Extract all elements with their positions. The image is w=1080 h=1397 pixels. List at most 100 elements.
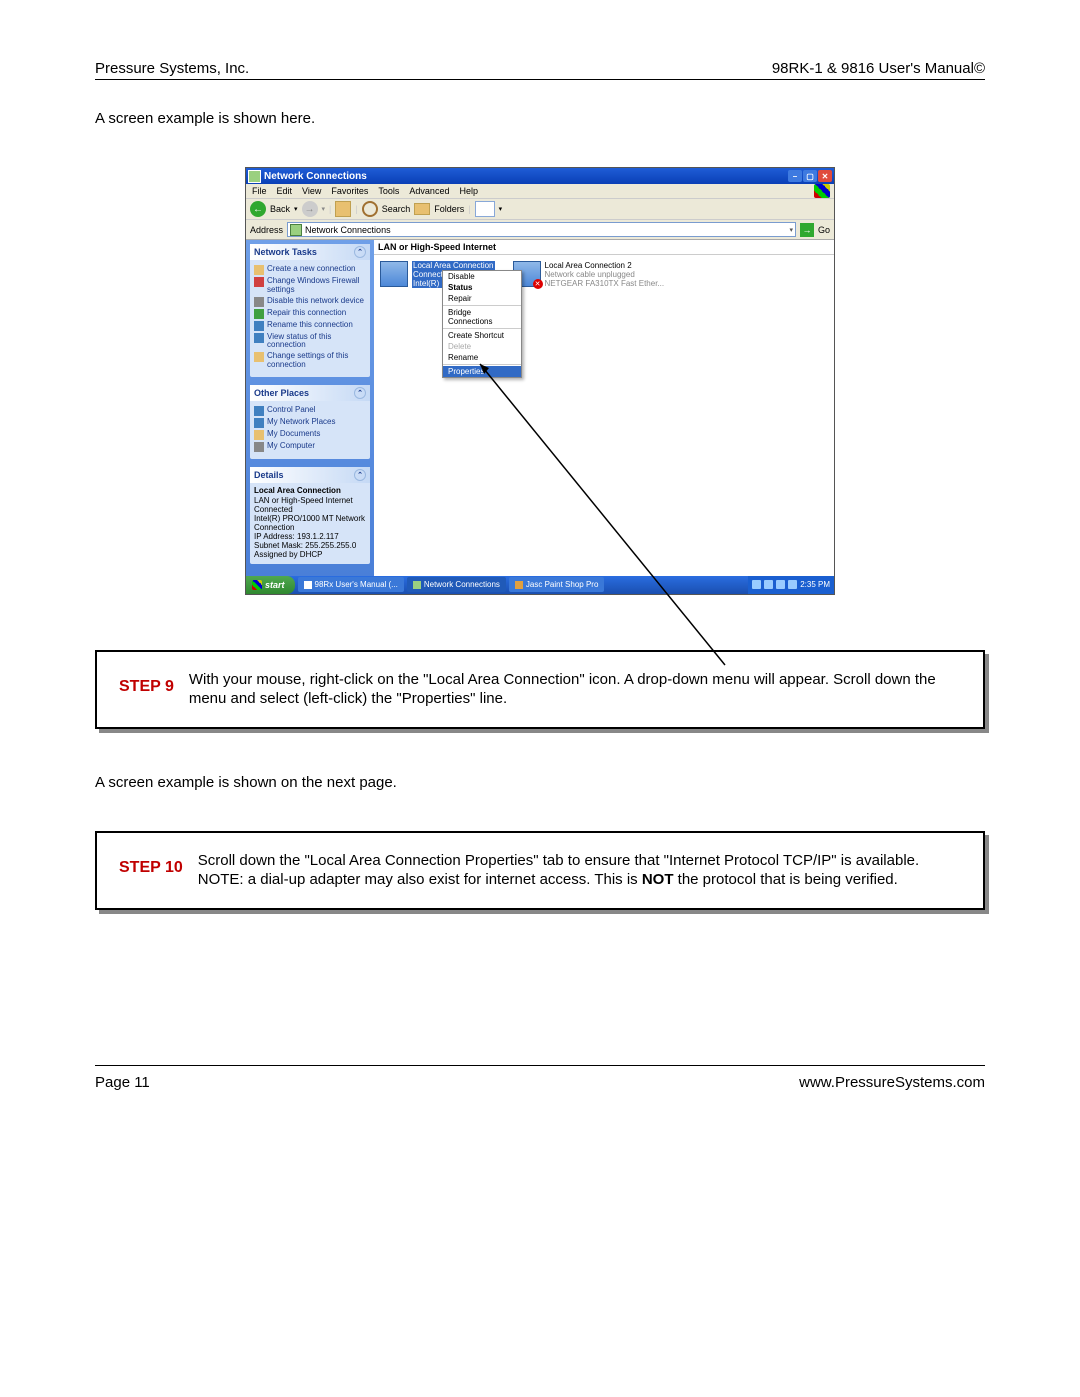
header-manual: 98RK-1 & 9816 User's Manual© [772, 60, 985, 77]
header-rule [95, 79, 985, 80]
ctx-repair[interactable]: Repair [443, 293, 521, 304]
network-tasks-panel: Network Tasks ⌃ Create a new connection … [250, 244, 370, 377]
task-link[interactable]: Repair this connection [254, 309, 366, 319]
details-title: Details [254, 470, 284, 480]
header-company: Pressure Systems, Inc. [95, 60, 249, 77]
system-tray: 2:35 PM [748, 576, 834, 594]
tray-icon[interactable] [752, 580, 761, 589]
close-button[interactable]: ✕ [818, 170, 832, 182]
connection-item-2[interactable]: Local Area Connection 2 Network cable un… [513, 261, 665, 288]
task-link[interactable]: Disable this network device [254, 297, 366, 307]
step-9-label: STEP 9 [119, 670, 174, 696]
footer-page: Page 11 [95, 1074, 150, 1091]
minimize-button[interactable]: – [788, 170, 802, 182]
collapse-icon[interactable]: ⌃ [354, 469, 366, 481]
search-icon[interactable] [362, 201, 378, 217]
step-9-text: With your mouse, right-click on the "Loc… [189, 670, 961, 709]
taskbar-item[interactable]: Jasc Paint Shop Pro [509, 577, 604, 592]
ctx-rename[interactable]: Rename [443, 352, 521, 363]
place-link[interactable]: My Documents [254, 430, 366, 440]
side-panel: Network Tasks ⌃ Create a new connection … [246, 240, 374, 576]
toolbar: ← Back ▾ → ▾ | | Search Folders | ▾ [246, 199, 834, 220]
address-input[interactable]: Network Connections ▾ [287, 222, 796, 237]
conn2-status: Network cable unplugged [545, 270, 665, 279]
menu-advanced[interactable]: Advanced [409, 186, 449, 196]
ctx-delete: Delete [443, 341, 521, 352]
conn2-name: Local Area Connection 2 [545, 261, 665, 270]
go-label[interactable]: Go [818, 225, 830, 235]
menu-file[interactable]: File [252, 186, 267, 196]
task-link[interactable]: Change Windows Firewall settings [254, 277, 366, 295]
tray-icon[interactable] [776, 580, 785, 589]
window-title: Network Connections [264, 171, 367, 182]
task-link[interactable]: Change settings of this connection [254, 352, 366, 370]
address-value: Network Connections [305, 225, 391, 235]
forward-button[interactable]: → [302, 201, 318, 217]
collapse-icon[interactable]: ⌃ [354, 387, 366, 399]
search-label[interactable]: Search [382, 204, 411, 214]
group-header: LAN or High-Speed Internet [374, 240, 834, 255]
menu-favorites[interactable]: Favorites [331, 186, 368, 196]
window-icon [248, 170, 261, 183]
step-10-box: STEP 10 Scroll down the "Local Area Conn… [95, 831, 985, 910]
detail-adapter: Intel(R) PRO/1000 MT Network Connection [254, 514, 366, 532]
ctx-status[interactable]: Status [443, 282, 521, 293]
taskbar-item[interactable]: Network Connections [407, 577, 506, 592]
detail-ip: IP Address: 193.1.2.117 [254, 532, 366, 541]
taskbar: start 98Rx User's Manual (... Network Co… [246, 576, 834, 594]
folders-icon[interactable] [414, 203, 430, 215]
step-10-label: STEP 10 [119, 851, 183, 877]
ctx-bridge[interactable]: Bridge Connections [443, 307, 521, 327]
network-tasks-title: Network Tasks [254, 247, 317, 257]
ctx-disable[interactable]: Disable [443, 271, 521, 282]
window-title-bar: Network Connections – ▢ ✕ [246, 168, 834, 184]
task-link[interactable]: View status of this connection [254, 333, 366, 351]
place-link[interactable]: My Network Places [254, 418, 366, 428]
step-9-box: STEP 9 With your mouse, right-click on t… [95, 650, 985, 729]
xp-window: Network Connections – ▢ ✕ File Edit View… [245, 167, 835, 595]
task-link[interactable]: Rename this connection [254, 321, 366, 331]
start-icon [252, 580, 262, 590]
main-pane: LAN or High-Speed Internet Local Area Co… [374, 240, 834, 576]
tray-clock: 2:35 PM [800, 580, 830, 589]
menu-edit[interactable]: Edit [277, 186, 293, 196]
back-button[interactable]: ← [250, 201, 266, 217]
place-link[interactable]: My Computer [254, 442, 366, 452]
intro-text-1: A screen example is shown here. [95, 110, 985, 127]
start-button[interactable]: start [246, 576, 295, 594]
network-icon [380, 261, 408, 287]
go-button[interactable]: → [800, 223, 814, 237]
tray-icon[interactable] [788, 580, 797, 589]
detail-assigned: Assigned by DHCP [254, 550, 366, 559]
windows-flag-icon [814, 184, 830, 198]
step-10-text: Scroll down the "Local Area Connection P… [198, 851, 961, 890]
views-button[interactable] [475, 201, 495, 217]
address-bar: Address Network Connections ▾ → Go [246, 220, 834, 240]
conn-name: Local Area Connection [412, 261, 495, 270]
page-header: Pressure Systems, Inc. 98RK-1 & 9816 Use… [95, 60, 985, 77]
ctx-properties[interactable]: Properties [443, 366, 521, 377]
tray-icon[interactable] [764, 580, 773, 589]
menu-view[interactable]: View [302, 186, 321, 196]
other-places-title: Other Places [254, 388, 309, 398]
menu-bar: File Edit View Favorites Tools Advanced … [246, 184, 834, 199]
folders-label[interactable]: Folders [434, 204, 464, 214]
up-button[interactable] [335, 201, 351, 217]
back-label[interactable]: Back [270, 204, 290, 214]
screenshot-container: Network Connections – ▢ ✕ File Edit View… [245, 167, 835, 595]
place-link[interactable]: Control Panel [254, 406, 366, 416]
taskbar-item[interactable]: 98Rx User's Manual (... [298, 577, 404, 592]
menu-tools[interactable]: Tools [378, 186, 399, 196]
address-label: Address [250, 225, 283, 235]
menu-help[interactable]: Help [459, 186, 478, 196]
details-panel: Details ⌃ Local Area Connection LAN or H… [250, 467, 370, 564]
detail-type: LAN or High-Speed Internet [254, 496, 366, 505]
context-menu: Disable Status Repair Bridge Connections… [442, 270, 522, 378]
ctx-shortcut[interactable]: Create Shortcut [443, 330, 521, 341]
detail-name: Local Area Connection [254, 486, 366, 495]
page-footer: Page 11 www.PressureSystems.com [95, 1074, 985, 1091]
footer-rule [95, 1065, 985, 1066]
task-link[interactable]: Create a new connection [254, 265, 366, 275]
collapse-icon[interactable]: ⌃ [354, 246, 366, 258]
maximize-button[interactable]: ▢ [803, 170, 817, 182]
